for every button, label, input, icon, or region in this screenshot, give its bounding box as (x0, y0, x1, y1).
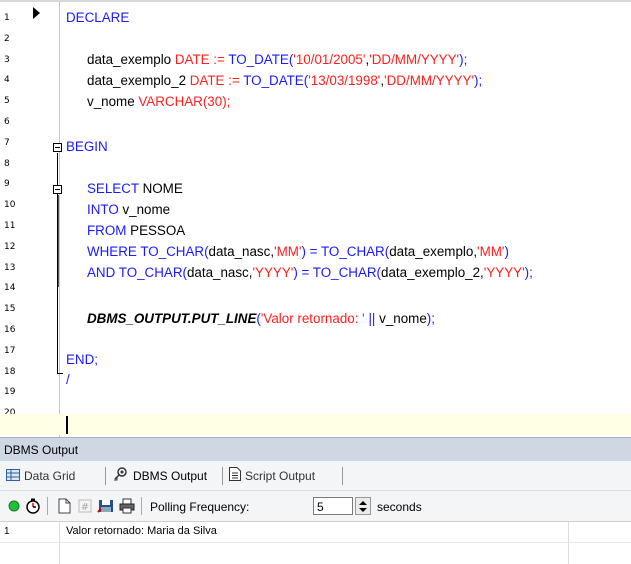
polling-frequency-label: Polling Frequency: (150, 500, 250, 514)
tab-script-output[interactable]: Script Output (229, 465, 315, 487)
line-number: 6 (4, 117, 10, 127)
code-line-15: DBMS_OUTPUT.PUT_LINE('Valor retornado: '… (0, 309, 631, 330)
line-number: 2 (4, 33, 10, 44)
code-text: DBMS_OUTPUT.PUT_LINE('Valor retornado: '… (87, 311, 435, 326)
code-line-9: SELECT NOME (0, 179, 631, 200)
code-line-3: data_exemplo DATE := TO_DATE('10/01/2005… (0, 50, 631, 71)
code-line-7: BEGIN (0, 137, 631, 158)
panel-title: DBMS Output (4, 443, 79, 457)
keyword-begin: BEGIN (66, 139, 108, 154)
dbms-output-panel-header: DBMS Output (0, 437, 631, 461)
tab-separator (222, 467, 223, 485)
find-icon[interactable]: # (76, 497, 94, 515)
keyword-declare: DECLARE (66, 10, 130, 25)
code-text: FROM PESSOA (87, 223, 186, 238)
code-text: INTO v_nome (87, 202, 171, 217)
new-page-icon[interactable] (55, 497, 73, 515)
sql-editor[interactable]: 1234567891011121314151617181920 DECLARE … (0, 0, 631, 439)
output-row-number: 1 (4, 526, 10, 537)
toolbar-separator (47, 497, 48, 515)
keyword-end: END; (66, 352, 98, 367)
code-line-5: v_nome VARCHAR(30); (0, 92, 631, 113)
tab-label: Data Grid (24, 469, 76, 483)
slash-terminator: / (66, 372, 70, 387)
dbms-output-icon (113, 465, 129, 488)
tab-separator (342, 467, 343, 485)
tab-dbms-output[interactable]: DBMS Output (113, 465, 207, 487)
tab-data-grid[interactable]: Data Grid (6, 465, 75, 487)
save-icon[interactable] (97, 497, 115, 515)
grid-icon (6, 466, 20, 488)
code-text: AND TO_CHAR(data_nasc,'YYYY') = TO_CHAR(… (87, 265, 533, 280)
code-line-13: AND TO_CHAR(data_nasc,'YYYY') = TO_CHAR(… (0, 263, 631, 284)
code-line-4: data_exemplo_2 DATE := TO_DATE('13/03/19… (0, 71, 631, 92)
toolbar-separator (141, 497, 142, 515)
output-row[interactable]: 1 Valor retornado: Maria da Silva (0, 522, 631, 543)
code-line-11: FROM PESSOA (0, 221, 631, 242)
code-line-1: DECLARE (0, 8, 631, 29)
polling-frequency-input[interactable]: 5 (313, 497, 353, 515)
code-text: v_nome VARCHAR(30); (87, 94, 231, 109)
code-line-10: INTO v_nome (0, 200, 631, 221)
tab-label: Script Output (245, 469, 316, 483)
seconds-label: seconds (377, 500, 422, 514)
code-line-17: END; (0, 350, 631, 371)
code-text: data_exemplo DATE := TO_DATE('10/01/2005… (87, 52, 468, 67)
current-line[interactable] (0, 414, 631, 435)
script-output-icon (229, 466, 241, 488)
polling-spinner[interactable] (355, 497, 371, 515)
code-text: WHERE TO_CHAR(data_nasc,'MM') = TO_CHAR(… (87, 244, 509, 259)
code-line-18: / (0, 370, 631, 391)
output-grid[interactable]: 1 Valor retornado: Maria da Silva (0, 522, 631, 564)
code-line-12: WHERE TO_CHAR(data_nasc,'MM') = TO_CHAR(… (0, 242, 631, 263)
code-text: data_exemplo_2 DATE := TO_DATE('13/03/19… (87, 73, 483, 88)
tab-separator (105, 467, 106, 485)
code-text: SELECT NOME (87, 181, 183, 196)
print-icon[interactable] (118, 497, 136, 515)
tab-label: DBMS Output (133, 469, 208, 483)
dbms-output-toolbar: # Polling Frequency: 5 seconds (0, 491, 631, 522)
output-tabs: Data Grid DBMS Output Script Output (0, 461, 631, 491)
polling-timer-icon[interactable] (24, 497, 42, 515)
svg-text:#: # (81, 502, 89, 513)
enable-output-icon[interactable] (5, 497, 23, 515)
output-row-text: Valor retornado: Maria da Silva (66, 525, 217, 537)
text-caret (66, 416, 68, 434)
